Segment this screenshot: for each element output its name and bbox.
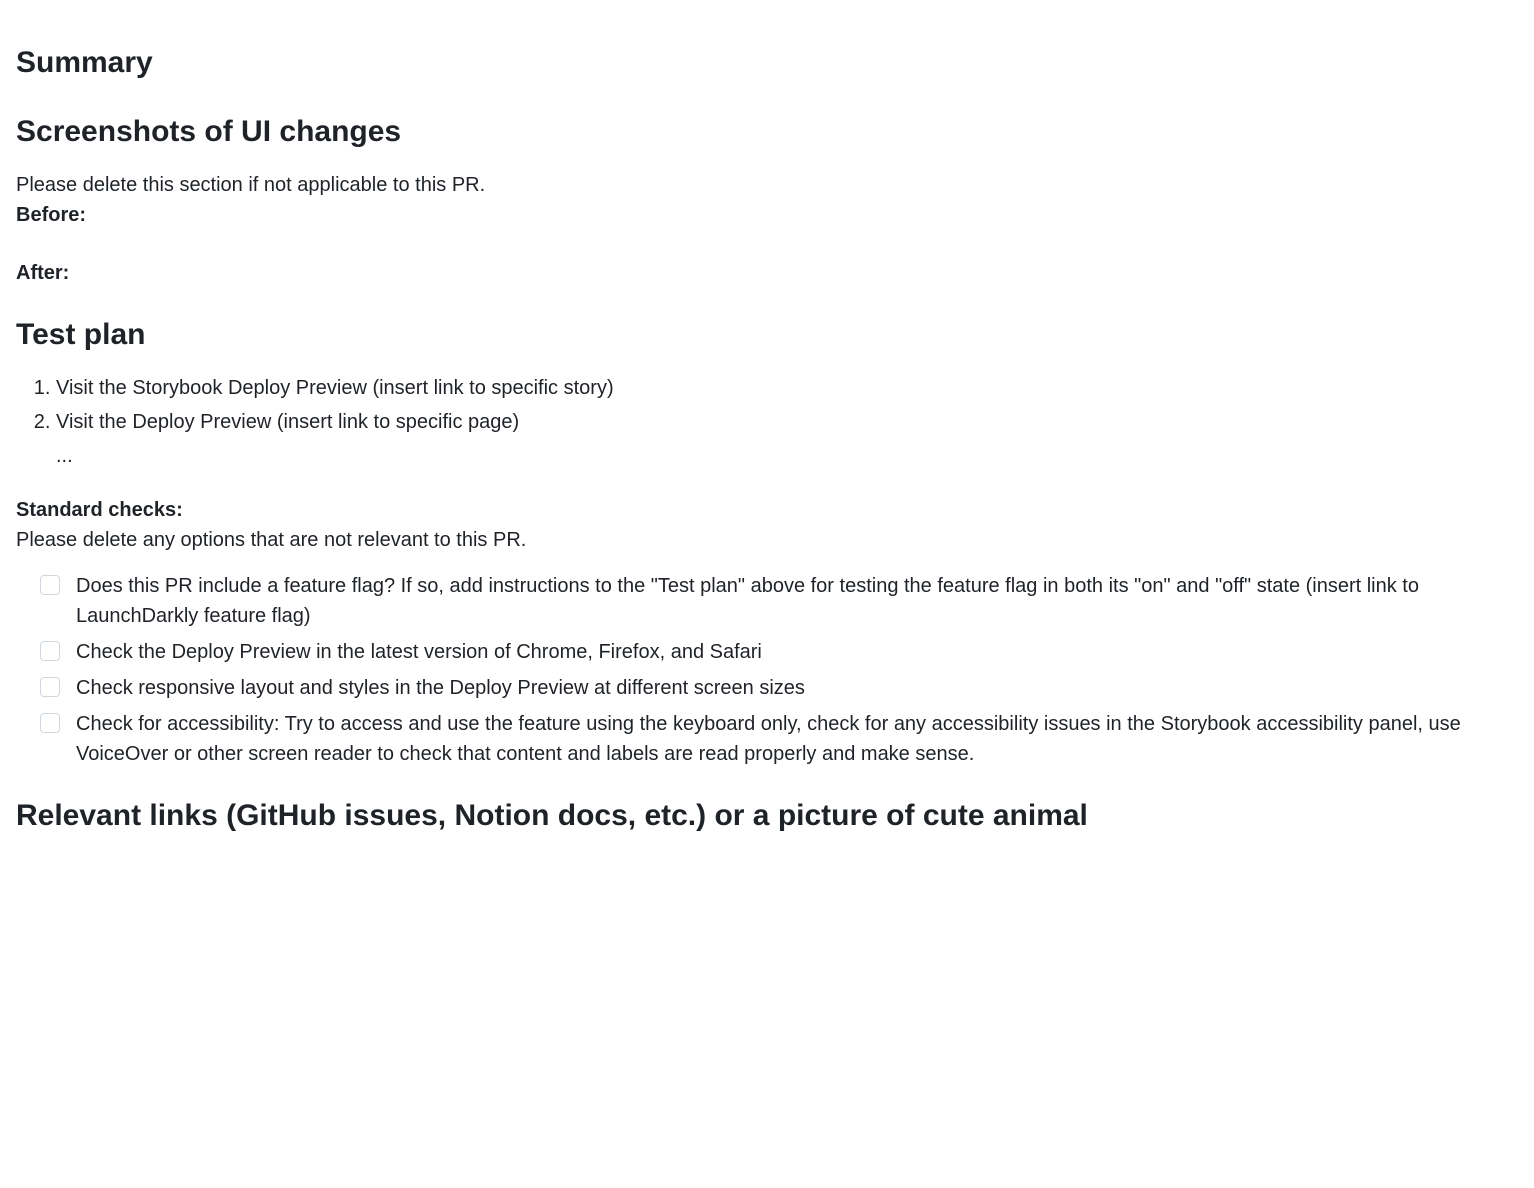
- relevant-links-heading: Relevant links (GitHub issues, Notion do…: [16, 793, 1518, 838]
- checkbox-icon[interactable]: [40, 575, 60, 595]
- after-label: After:: [16, 258, 1518, 288]
- task-item: Check for accessibility: Try to access a…: [40, 709, 1518, 769]
- task-item-label: Check the Deploy Preview in the latest v…: [76, 641, 762, 663]
- task-item: Check responsive layout and styles in th…: [40, 673, 1518, 703]
- task-item-label: Check for accessibility: Try to access a…: [76, 713, 1461, 765]
- standard-checks-list: Does this PR include a feature flag? If …: [16, 571, 1518, 769]
- checkbox-icon[interactable]: [40, 713, 60, 733]
- standard-checks-note: Please delete any options that are not r…: [16, 525, 1518, 555]
- screenshots-heading: Screenshots of UI changes: [16, 109, 1518, 154]
- checkbox-icon[interactable]: [40, 641, 60, 661]
- testplan-steps: Visit the Storybook Deploy Preview (inse…: [16, 373, 1518, 471]
- checkbox-icon[interactable]: [40, 677, 60, 697]
- task-item: Does this PR include a feature flag? If …: [40, 571, 1518, 631]
- before-label: Before:: [16, 200, 1518, 230]
- testplan-step: Visit the Deploy Preview (insert link to…: [56, 407, 1518, 437]
- standard-checks-heading: Standard checks:: [16, 495, 1518, 525]
- summary-heading: Summary: [16, 40, 1518, 85]
- testplan-step: Visit the Storybook Deploy Preview (inse…: [56, 373, 1518, 403]
- testplan-ellipsis: ...: [56, 441, 1518, 471]
- task-item: Check the Deploy Preview in the latest v…: [40, 637, 1518, 667]
- task-item-label: Check responsive layout and styles in th…: [76, 677, 805, 699]
- testplan-heading: Test plan: [16, 312, 1518, 357]
- task-item-label: Does this PR include a feature flag? If …: [76, 575, 1419, 627]
- screenshots-note: Please delete this section if not applic…: [16, 170, 1518, 200]
